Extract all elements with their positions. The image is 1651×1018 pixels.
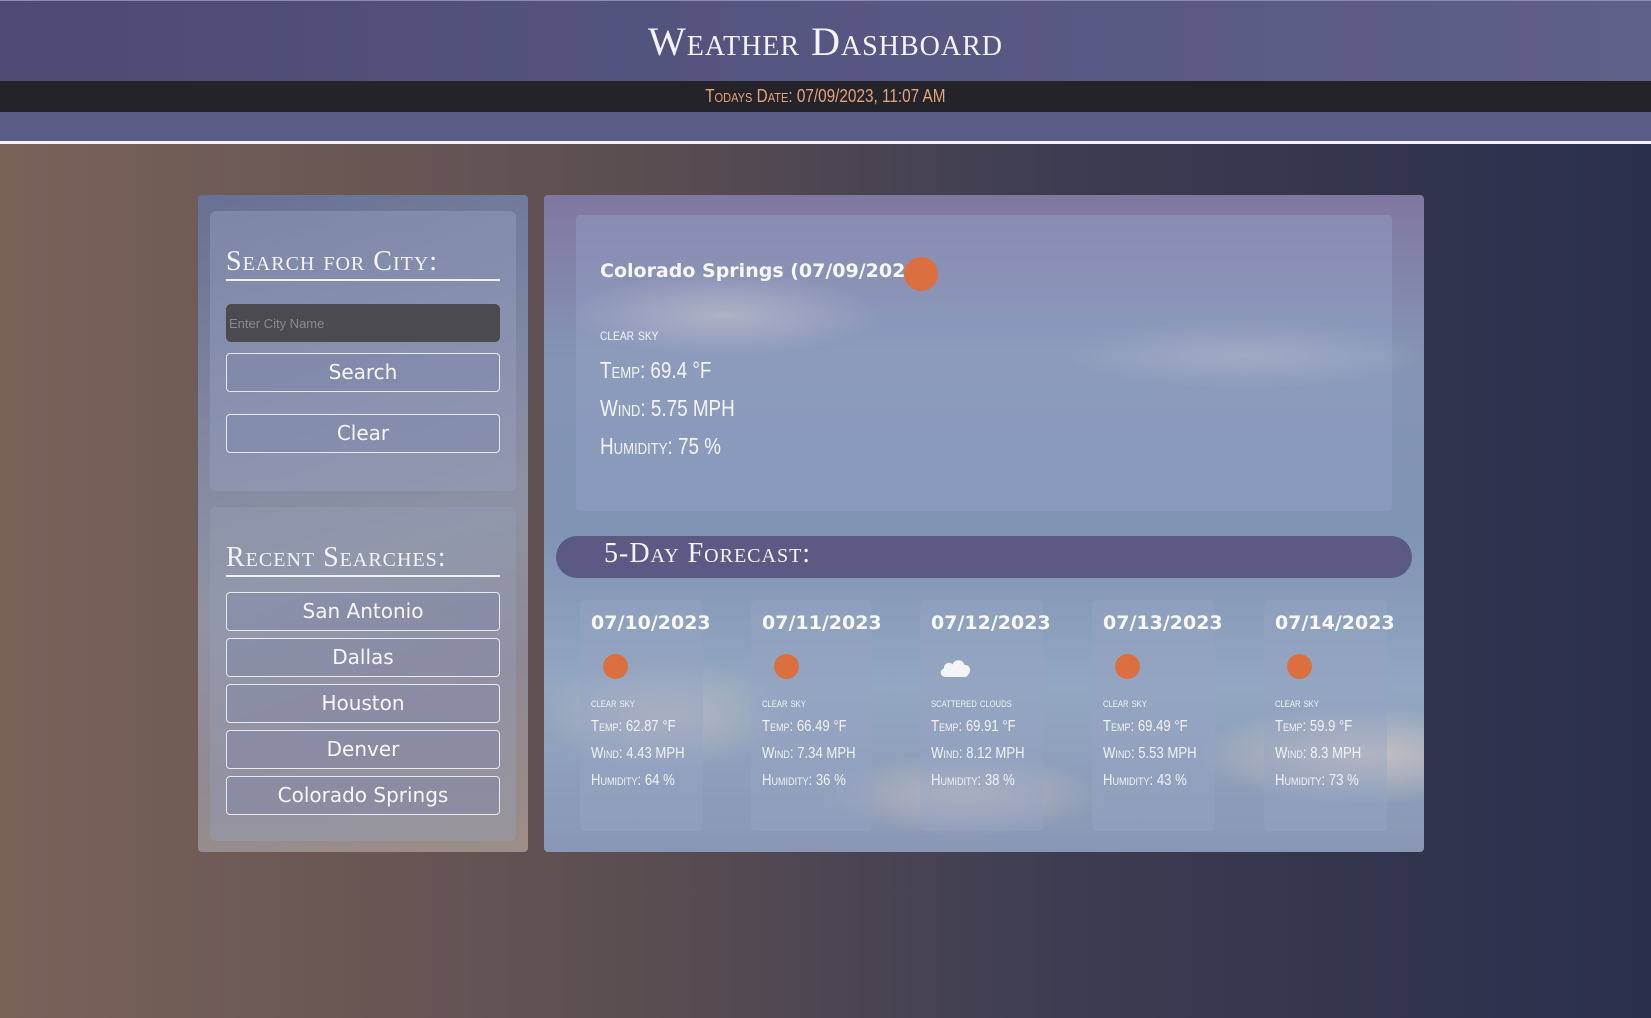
sidebar-panel: Search for City: Search Clear Recent Sea… [198,195,528,852]
city-search-input[interactable] [226,304,500,342]
sun-icon [774,654,799,679]
current-weather-card: Colorado Springs (07/09/2023) clear sky … [576,215,1392,511]
current-humidity: Humidity: 75 % [600,433,722,459]
recent-item-dallas[interactable]: Dallas [226,638,500,677]
forecast-date: 07/11/2023 [762,612,882,634]
forecast-date: 07/13/2023 [1103,612,1223,634]
sun-icon [603,654,628,679]
forecast-card: 07/11/2023 clear sky Temp: 66.49 °F Wind… [751,600,882,831]
forecast-temp: Temp: 69.91 °F [931,718,1016,735]
forecast-humidity: Humidity: 64 % [591,772,675,789]
forecast-temp: Temp: 66.49 °F [762,718,847,735]
forecast-card: 07/12/2023 scattered clouds Temp: 69.91 … [920,600,1051,831]
forecast-title: 5-Day Forecast: [604,538,812,569]
recent-item-colorado-springs[interactable]: Colorado Springs [226,776,500,815]
forecast-card: 07/10/2023 clear sky Temp: 62.87 °F Wind… [580,600,711,831]
recent-searches-card: Recent Searches: San Antonio Dallas Hous… [210,507,516,841]
forecast-temp: Temp: 69.49 °F [1103,718,1188,735]
forecast-description: clear sky [762,695,806,710]
current-wind: Wind: 5.75 MPH [600,395,735,421]
forecast-description: scattered clouds [931,695,1012,710]
current-temp: Temp: 69.4 °F [600,357,712,383]
forecast-date: 07/14/2023 [1275,612,1395,634]
forecast-wind: Wind: 4.43 MPH [591,745,685,762]
forecast-temp: Temp: 59.9 °F [1275,718,1353,735]
forecast-date: 07/10/2023 [591,612,711,634]
current-description: clear sky [600,325,659,344]
search-title: Search for City: [226,245,500,281]
forecast-header: 5-Day Forecast: [556,536,1412,578]
forecast-wind: Wind: 8.12 MPH [931,745,1025,762]
forecast-card: 07/14/2023 clear sky Temp: 59.9 °F Wind:… [1264,600,1395,831]
forecast-description: clear sky [1275,695,1319,710]
forecast-humidity: Humidity: 38 % [931,772,1015,789]
sun-icon [904,257,938,291]
forecast-description: clear sky [1103,695,1147,710]
weather-panel: Colorado Springs (07/09/2023) clear sky … [544,195,1424,852]
forecast-wind: Wind: 7.34 MPH [762,745,856,762]
forecast-wind: Wind: 8.3 MPH [1275,745,1362,762]
sun-icon [1287,654,1312,679]
page-header: Weather Dashboard [0,0,1651,81]
forecast-humidity: Humidity: 36 % [762,772,846,789]
forecast-humidity: Humidity: 73 % [1275,772,1359,789]
sun-icon [1115,654,1140,679]
cloud-icon [940,660,971,677]
recent-title: Recent Searches: [226,541,500,577]
todays-date: Todays Date: 07/09/2023, 11:07 AM [705,86,946,106]
page-title: Weather Dashboard [648,18,1003,64]
forecast-temp: Temp: 62.87 °F [591,718,676,735]
header-strip [0,112,1651,144]
forecast-wind: Wind: 5.53 MPH [1103,745,1197,762]
search-card: Search for City: Search Clear [210,211,516,491]
date-bar: Todays Date: 07/09/2023, 11:07 AM [0,81,1651,112]
search-button[interactable]: Search [226,353,500,392]
recent-item-san-antonio[interactable]: San Antonio [226,592,500,631]
forecast-description: clear sky [591,695,635,710]
forecast-humidity: Humidity: 43 % [1103,772,1187,789]
current-city-title: Colorado Springs (07/09/2023) [600,260,928,282]
recent-item-houston[interactable]: Houston [226,684,500,723]
clear-button[interactable]: Clear [226,414,500,453]
forecast-card: 07/13/2023 clear sky Temp: 69.49 °F Wind… [1092,600,1223,831]
forecast-date: 07/12/2023 [931,612,1051,634]
recent-item-denver[interactable]: Denver [226,730,500,769]
